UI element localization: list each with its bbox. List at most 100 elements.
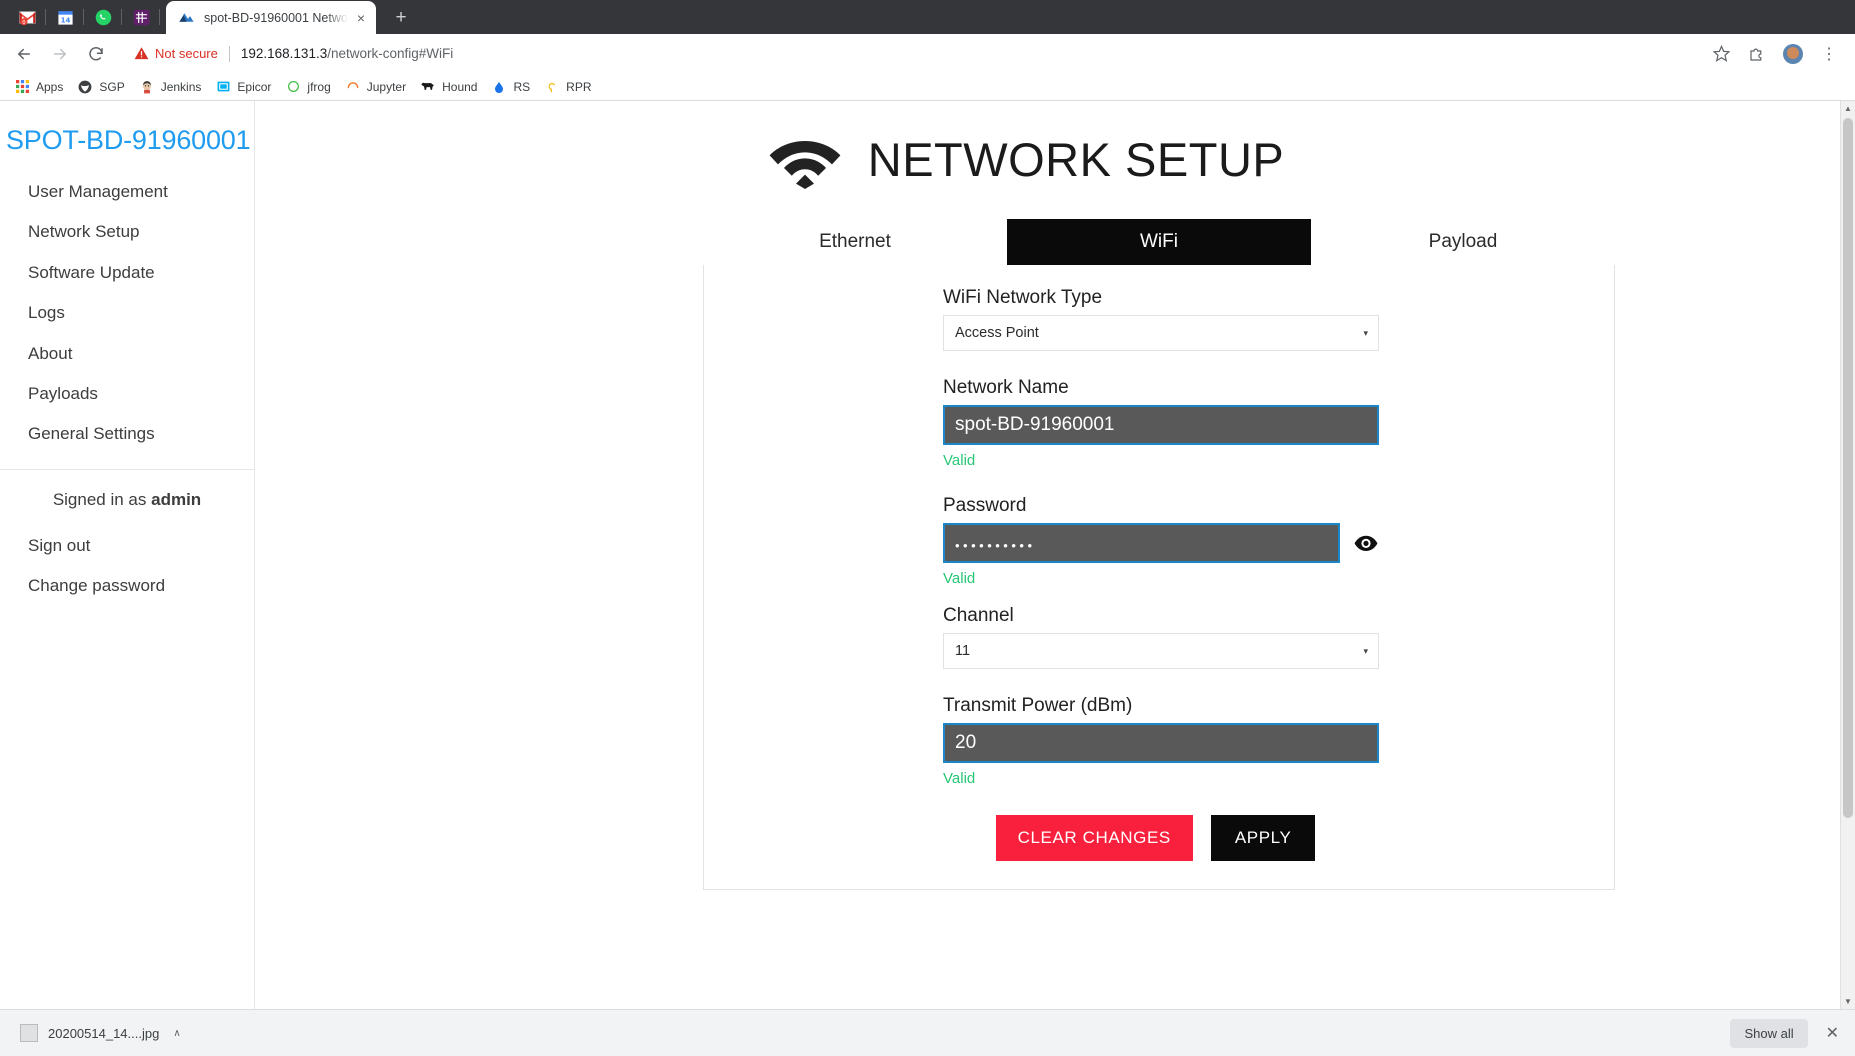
app-brand-title: SPOT-BD-91960001 — [6, 125, 251, 155]
sidebar-item-network-setup[interactable]: Network Setup — [0, 212, 254, 252]
scroll-up-arrow[interactable]: ▲ — [1841, 101, 1855, 116]
browser-tab-active[interactable]: spot-BD-91960001 Netwo × — [166, 1, 376, 34]
channel-select[interactable]: 11 ▾ — [943, 633, 1379, 669]
clear-changes-button[interactable]: CLEAR CHANGES — [995, 815, 1193, 861]
calendar-pinned-tab[interactable]: 14 — [46, 0, 84, 34]
close-icon[interactable]: ✕ — [1822, 1023, 1843, 1043]
toolbar-right-actions: ⋮ — [1701, 40, 1845, 68]
epicor-icon — [215, 79, 231, 95]
password-status: Valid — [943, 570, 976, 587]
bookmark-jenkins[interactable]: Jenkins — [133, 76, 210, 98]
sidebar-nav: User Management Network Setup Software U… — [0, 172, 254, 455]
chevron-down-icon: ▾ — [1363, 645, 1368, 656]
bookmark-label: Apps — [36, 79, 64, 94]
form-actions: CLEAR CHANGES APPLY — [697, 815, 1614, 861]
scroll-down-arrow[interactable]: ▼ — [1841, 994, 1855, 1009]
security-indicator[interactable]: Not secure — [134, 46, 218, 61]
address-bar[interactable]: Not secure 192.168.131.3/network-config#… — [122, 40, 1701, 68]
profile-button[interactable] — [1779, 40, 1807, 68]
wifi-settings-card: WiFi Network Type Access Point ▾ Network… — [703, 265, 1615, 890]
network-name-input[interactable]: spot-BD-91960001 — [943, 405, 1379, 445]
apps-grid-icon — [14, 79, 30, 95]
field-network-type: WiFi Network Type Access Point ▾ — [943, 287, 1379, 351]
bookmark-label: SGP — [99, 79, 125, 94]
hound-icon — [420, 79, 436, 95]
arrow-right-icon — [54, 48, 66, 59]
page-header: NETWORK SETUP — [255, 111, 1855, 195]
wifi-icon — [769, 141, 841, 189]
forward-button[interactable] — [46, 40, 74, 68]
transmit-power-label: Transmit Power (dBm) — [943, 695, 1133, 716]
downloads-bar-actions: Show all ✕ — [1730, 1018, 1843, 1048]
bookmark-label: Hound — [442, 79, 478, 94]
bookmark-star-button[interactable] — [1707, 40, 1735, 68]
calendar-icon: 14 — [57, 10, 73, 25]
arrow-left-icon — [18, 48, 30, 59]
network-name-label: Network Name — [943, 377, 1069, 398]
page-favicon — [178, 11, 195, 24]
channel-label: Channel — [943, 605, 1014, 626]
chevron-up-icon[interactable]: ∧ — [173, 1028, 180, 1039]
bookmark-jupyter[interactable]: Jupyter — [339, 76, 414, 98]
bookmark-hound[interactable]: Hound — [414, 76, 485, 98]
browser-window: 0 14 spot-BD-91960001 Netwo × + Not secu… — [0, 0, 1855, 1056]
jfrog-icon — [285, 79, 301, 95]
download-thumbnail — [20, 1024, 38, 1042]
tab-divider — [159, 9, 160, 25]
extensions-button[interactable] — [1743, 40, 1771, 68]
page-scrollbar[interactable]: ▲ ▼ — [1840, 101, 1855, 1009]
back-button[interactable] — [10, 40, 38, 68]
download-file-name: 20200514_14....jpg — [48, 1025, 160, 1041]
close-icon[interactable]: × — [352, 9, 370, 27]
download-item[interactable]: 20200514_14....jpg ∧ — [12, 1019, 189, 1047]
sidebar-item-logs[interactable]: Logs — [0, 293, 254, 333]
browser-toolbar: Not secure 192.168.131.3/network-config#… — [0, 34, 1855, 73]
bookmark-rpr[interactable]: RPR — [538, 76, 599, 98]
network-type-select[interactable]: Access Point ▾ — [943, 315, 1379, 351]
bookmark-apps[interactable]: Apps — [8, 76, 71, 98]
pinned-tabs: 0 14 — [8, 0, 160, 34]
tab-wifi[interactable]: WiFi — [1007, 219, 1311, 265]
sidebar-item-change-password[interactable]: Change password — [0, 566, 254, 606]
show-all-downloads-button[interactable]: Show all — [1730, 1018, 1808, 1048]
svg-text:0: 0 — [22, 19, 25, 25]
browser-menu-button[interactable]: ⋮ — [1815, 40, 1843, 68]
field-transmit-power: Transmit Power (dBm) 20 Valid — [943, 695, 1379, 787]
bookmark-label: RS — [513, 79, 531, 94]
bookmark-label: jfrog — [307, 79, 331, 94]
page-title: NETWORK SETUP — [867, 132, 1285, 186]
omnibox-divider — [228, 45, 230, 62]
jenkins-icon — [139, 79, 155, 95]
password-visibility-toggle[interactable] — [1354, 529, 1379, 557]
jupyter-icon — [345, 79, 361, 95]
slack-icon — [133, 9, 149, 25]
password-input[interactable]: •••••••••• — [943, 523, 1340, 563]
star-icon — [1712, 45, 1730, 62]
bookmarks-bar: Apps SGP Jenkins Epicor jfrog Jupyter Ho… — [0, 73, 1855, 101]
new-tab-button[interactable]: + — [386, 2, 416, 32]
bookmark-sgp[interactable]: SGP — [71, 76, 132, 98]
tab-ethernet[interactable]: Ethernet — [703, 219, 1007, 265]
bookmark-rs[interactable]: RS — [485, 76, 538, 98]
sidebar-item-payloads[interactable]: Payloads — [0, 374, 254, 414]
slack-pinned-tab[interactable] — [122, 0, 160, 34]
apply-button[interactable]: APPLY — [1210, 815, 1316, 861]
profile-avatar — [1783, 43, 1803, 64]
transmit-power-input[interactable]: 20 — [943, 723, 1379, 763]
sidebar-item-software-update[interactable]: Software Update — [0, 253, 254, 293]
app-sidebar: SPOT-BD-91960001 User Management Network… — [0, 101, 255, 1009]
sidebar-item-about[interactable]: About — [0, 334, 254, 374]
reload-button[interactable] — [82, 40, 110, 68]
url-text: 192.168.131.3/network-config#WiFi — [241, 46, 453, 61]
bookmark-jfrog[interactable]: jfrog — [279, 76, 338, 98]
scrollbar-thumb[interactable] — [1843, 118, 1853, 818]
sidebar-item-user-management[interactable]: User Management — [0, 172, 254, 212]
gmail-pinned-tab[interactable]: 0 — [8, 0, 46, 34]
whatsapp-pinned-tab[interactable] — [84, 0, 122, 34]
sidebar-item-sign-out[interactable]: Sign out — [0, 526, 254, 566]
sidebar-item-general-settings[interactable]: General Settings — [0, 414, 254, 454]
eye-icon — [1354, 535, 1378, 551]
tab-payload[interactable]: Payload — [1311, 219, 1615, 265]
bookmark-epicor[interactable]: Epicor — [209, 76, 279, 98]
